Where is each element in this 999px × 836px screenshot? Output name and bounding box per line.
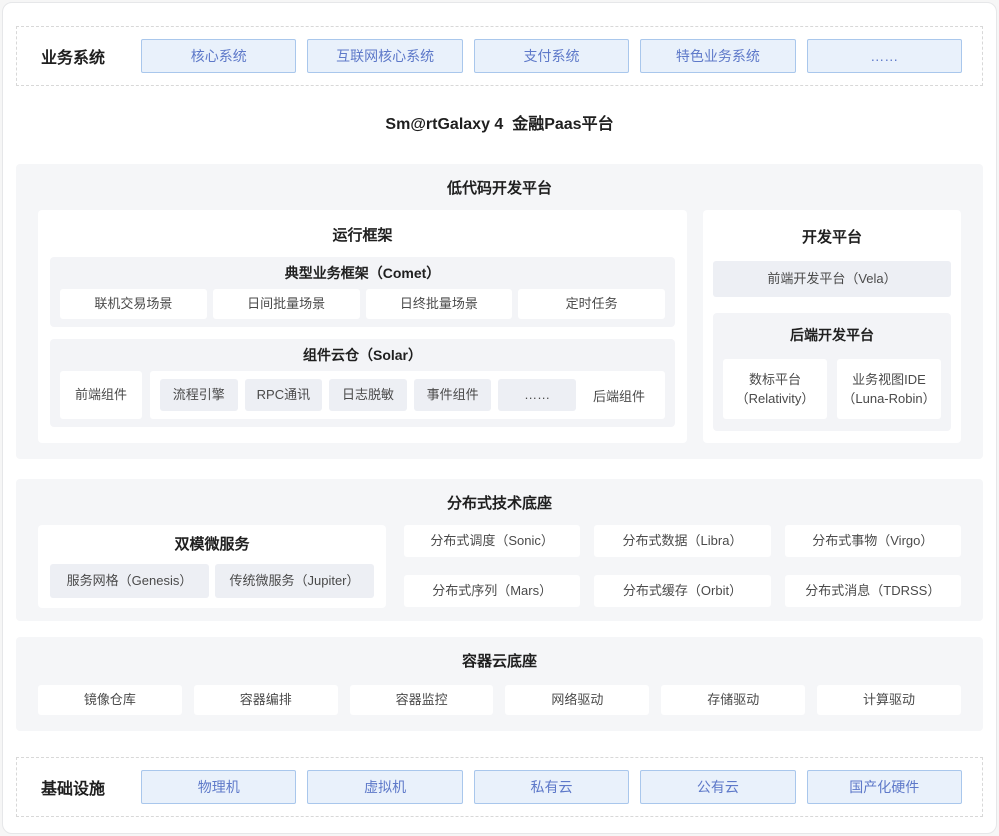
backend-dev-items: 数标平台 （Relativity） 业务视图IDE （Luna-Robin） — [723, 359, 941, 419]
comet-item-endofday-batch: 日终批量场景 — [366, 289, 513, 319]
storage-driver: 存储驱动 — [661, 685, 805, 715]
infrastructure-chips: 物理机 虚拟机 私有云 公有云 国产化硬件 — [141, 770, 962, 804]
chip-special-business-system: 特色业务系统 — [640, 39, 795, 73]
business-systems-label: 业务系统 — [41, 44, 105, 68]
comet-item-intraday-batch: 日间批量场景 — [213, 289, 360, 319]
solar-chip-process-engine: 流程引擎 — [160, 379, 238, 411]
container-monitoring: 容器监控 — [350, 685, 494, 715]
orbit-cache: 分布式缓存（Orbit） — [594, 575, 770, 607]
luna-robin-codename: （Luna-Robin） — [839, 389, 939, 408]
distributed-base-section: 分布式技术底座 双模微服务 服务网格（Genesis） 传统微服务（Jupite… — [16, 479, 983, 621]
solar-frontend-component: 前端组件 — [60, 371, 142, 419]
jupiter-microservice: 传统微服务（Jupiter） — [215, 564, 374, 598]
relativity-codename: （Relativity） — [725, 389, 825, 408]
business-systems-band: 业务系统 核心系统 互联网核心系统 支付系统 特色业务系统 …… — [16, 26, 983, 86]
luna-robin-name: 业务视图IDE — [839, 370, 939, 389]
comet-title: 典型业务框架（Comet） — [60, 263, 665, 283]
sonic-scheduling: 分布式调度（Sonic） — [404, 525, 580, 557]
solar-chip-log-masking: 日志脱敏 — [329, 379, 407, 411]
chip-domestic-hardware: 国产化硬件 — [807, 770, 962, 804]
dev-platform-card: 开发平台 前端开发平台（Vela） 后端开发平台 数标平台 （Relativit… — [703, 210, 961, 443]
image-registry: 镜像仓库 — [38, 685, 182, 715]
dev-platform-title: 开发平台 — [713, 226, 951, 247]
solar-chip-more: …… — [498, 379, 576, 411]
solar-row: 前端组件 流程引擎 RPC通讯 日志脱敏 事件组件 …… 后端组件 — [60, 371, 665, 419]
chip-payment-system: 支付系统 — [474, 39, 629, 73]
chip-more-systems: …… — [807, 39, 962, 73]
container-cloud-title: 容器云底座 — [38, 650, 961, 671]
backend-dev-platform-box: 后端开发平台 数标平台 （Relativity） 业务视图IDE （Luna-R… — [713, 313, 951, 431]
chip-physical-machine: 物理机 — [141, 770, 296, 804]
solar-chip-event-component: 事件组件 — [414, 379, 492, 411]
container-orchestration: 容器编排 — [194, 685, 338, 715]
chip-virtual-machine: 虚拟机 — [307, 770, 462, 804]
dual-mode-title: 双模微服务 — [50, 533, 374, 554]
comet-framework-box: 典型业务框架（Comet） 联机交易场景 日间批量场景 日终批量场景 定时任务 — [50, 257, 675, 327]
runtime-framework-card: 运行框架 典型业务框架（Comet） 联机交易场景 日间批量场景 日终批量场景 … — [38, 210, 687, 443]
distributed-row: 双模微服务 服务网格（Genesis） 传统微服务（Jupiter） 分布式调度… — [38, 525, 961, 608]
comet-item-online-trade: 联机交易场景 — [60, 289, 207, 319]
vela-frontend-platform: 前端开发平台（Vela） — [713, 261, 951, 297]
distributed-base-title: 分布式技术底座 — [38, 492, 961, 513]
backend-dev-platform-title: 后端开发平台 — [723, 325, 941, 345]
chip-public-cloud: 公有云 — [640, 770, 795, 804]
platform-title: Sm@rtGalaxy 4 金融Paas平台 — [3, 86, 996, 164]
low-code-section: 低代码开发平台 运行框架 典型业务框架（Comet） 联机交易场景 日间批量场景… — [16, 164, 983, 459]
solar-component-box: 组件云仓（Solar） 前端组件 流程引擎 RPC通讯 日志脱敏 事件组件 ……… — [50, 339, 675, 427]
network-driver: 网络驱动 — [505, 685, 649, 715]
solar-backend-components-box: 流程引擎 RPC通讯 日志脱敏 事件组件 …… 后端组件 — [150, 371, 665, 419]
container-cloud-items: 镜像仓库 容器编排 容器监控 网络驱动 存储驱动 计算驱动 — [38, 685, 961, 715]
mars-sequence: 分布式序列（Mars） — [404, 575, 580, 607]
chip-internet-core-system: 互联网核心系统 — [307, 39, 462, 73]
comet-item-scheduled-task: 定时任务 — [518, 289, 665, 319]
distributed-grid: 分布式调度（Sonic） 分布式数据（Libra） 分布式事物（Virgo） 分… — [404, 525, 961, 608]
infrastructure-label: 基础设施 — [41, 775, 105, 799]
solar-backend-label: 后端组件 — [583, 386, 655, 405]
tdrss-message: 分布式消息（TDRSS） — [785, 575, 961, 607]
low-code-title: 低代码开发平台 — [38, 177, 961, 198]
low-code-row: 运行框架 典型业务框架（Comet） 联机交易场景 日间批量场景 日终批量场景 … — [38, 210, 961, 443]
compute-driver: 计算驱动 — [817, 685, 961, 715]
comet-items: 联机交易场景 日间批量场景 日终批量场景 定时任务 — [60, 289, 665, 319]
container-cloud-section: 容器云底座 镜像仓库 容器编排 容器监控 网络驱动 存储驱动 计算驱动 — [16, 637, 983, 731]
solar-title: 组件云仓（Solar） — [60, 345, 665, 365]
runtime-framework-title: 运行框架 — [50, 224, 675, 245]
dual-mode-microservice-card: 双模微服务 服务网格（Genesis） 传统微服务（Jupiter） — [38, 525, 386, 608]
architecture-diagram: 业务系统 核心系统 互联网核心系统 支付系统 特色业务系统 …… Sm@rtGa… — [2, 2, 997, 834]
chip-core-system: 核心系统 — [141, 39, 296, 73]
virgo-transaction: 分布式事物（Virgo） — [785, 525, 961, 557]
chip-private-cloud: 私有云 — [474, 770, 629, 804]
dual-mode-chips: 服务网格（Genesis） 传统微服务（Jupiter） — [50, 564, 374, 598]
luna-robin-ide: 业务视图IDE （Luna-Robin） — [837, 359, 941, 419]
relativity-name: 数标平台 — [725, 370, 825, 389]
relativity-platform: 数标平台 （Relativity） — [723, 359, 827, 419]
solar-chip-rpc: RPC通讯 — [245, 379, 323, 411]
infrastructure-band: 基础设施 物理机 虚拟机 私有云 公有云 国产化硬件 — [16, 757, 983, 817]
genesis-service-mesh: 服务网格（Genesis） — [50, 564, 209, 598]
libra-data: 分布式数据（Libra） — [594, 525, 770, 557]
business-systems-chips: 核心系统 互联网核心系统 支付系统 特色业务系统 …… — [141, 39, 962, 73]
